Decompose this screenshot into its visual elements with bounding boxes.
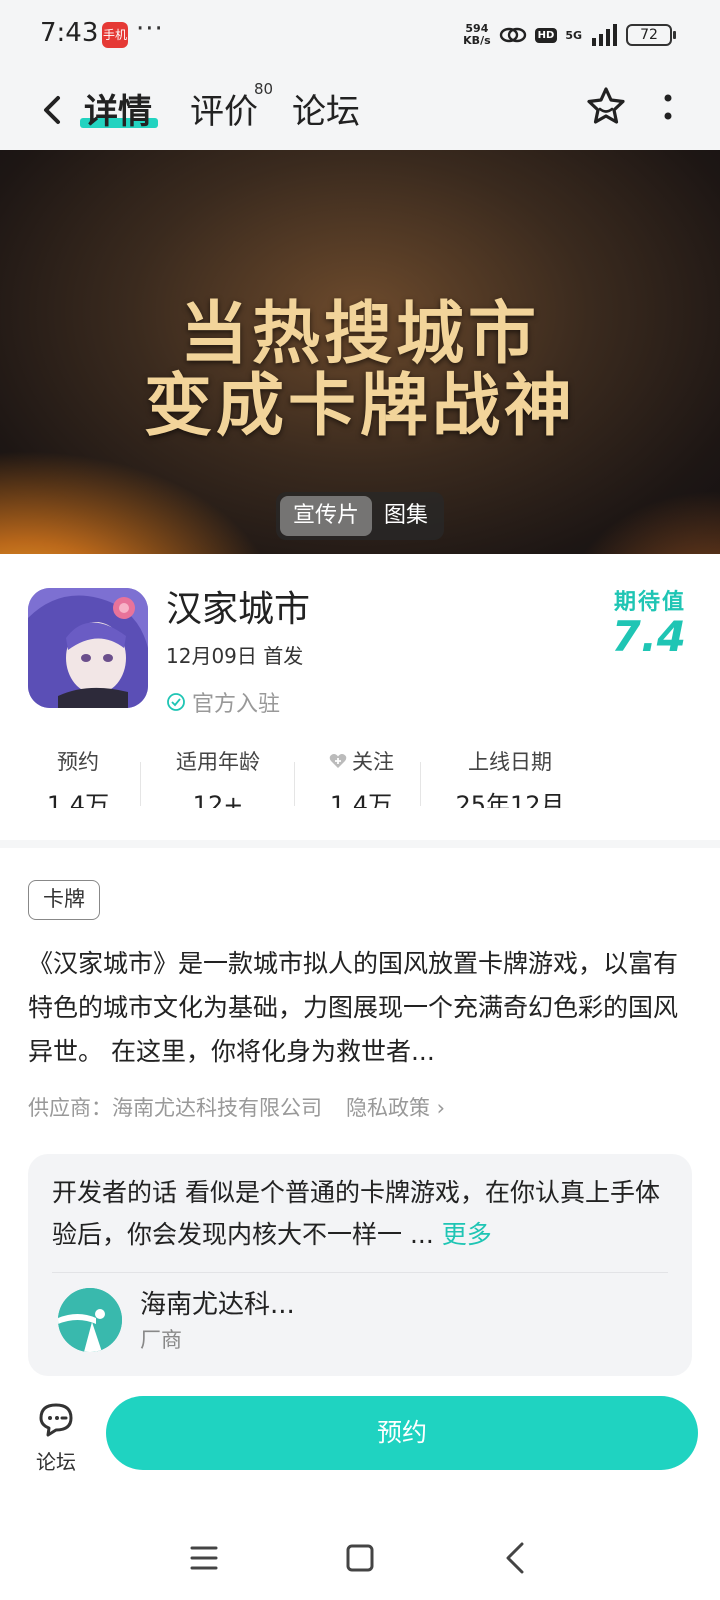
- stat-followers: 关注 1.4万: [306, 746, 416, 808]
- official-badge: 官方入驻: [166, 686, 280, 718]
- heart-plus-icon: [329, 754, 347, 768]
- promo-banner[interactable]: 当热搜城市 变成卡牌战神 宣传片 图集: [0, 150, 720, 554]
- forum-label: 论坛: [36, 1450, 76, 1474]
- verified-check-icon: [167, 693, 185, 711]
- stat-label: 上线日期: [468, 750, 552, 774]
- media-toggle: 宣传片 图集: [276, 492, 444, 540]
- stat-value: 25年12月: [455, 791, 565, 808]
- more-notifications-icon: ···: [136, 14, 164, 44]
- system-nav-bar: [0, 1520, 720, 1600]
- stat-label-row: 关注: [306, 746, 416, 776]
- release-date: 12月09日 首发: [166, 644, 304, 668]
- game-description[interactable]: 《汉家城市》是一款城市拟人的国风放置卡牌游戏，以富有特色的城市文化为基础，力图展…: [28, 942, 692, 1074]
- developer-role: 厂商: [140, 1328, 182, 1352]
- forum-button[interactable]: 论坛: [30, 1400, 82, 1475]
- banner-headline-2: 变成卡牌战神: [143, 366, 576, 446]
- chat-bubble-icon: [39, 1403, 73, 1437]
- app-icon-art: [28, 588, 148, 708]
- signal-label: 5G: [565, 28, 582, 42]
- banner-flame: [0, 450, 280, 554]
- official-label: 官方入驻: [192, 692, 281, 717]
- developer-words[interactable]: 开发者的话 看似是个普通的卡牌游戏，在你认真上手体验后，你会发现内核大不一样一 …: [52, 1172, 672, 1256]
- notification-app-icon: 手机: [102, 22, 128, 48]
- genre-tag[interactable]: 卡牌: [28, 880, 100, 920]
- network-speed-unit: KB/s: [463, 34, 491, 47]
- stat-value: 1.4万: [329, 791, 393, 808]
- stat-label: 适用年龄: [176, 750, 260, 774]
- status-indicators: 594 KB/s HD 5G 72: [463, 20, 676, 50]
- app-name: 汉家城市: [166, 589, 311, 630]
- supplier-row: 供应商：海南尤达科技有限公司 隐私政策 ›: [28, 1092, 445, 1122]
- battery-indicator: 72: [626, 24, 676, 46]
- tab-review[interactable]: 评价: [190, 84, 258, 133]
- stat-label: 关注: [352, 750, 394, 774]
- stat-label: 预约: [57, 750, 99, 774]
- divider: [294, 762, 295, 806]
- back-icon[interactable]: [34, 88, 74, 132]
- more-link[interactable]: 更多: [442, 1220, 492, 1249]
- stat-value: 12+: [192, 791, 244, 808]
- section-separator: [0, 840, 720, 848]
- developer-card: 开发者的话 看似是个普通的卡牌游戏，在你认真上手体验后，你会发现内核大不一样一 …: [28, 1154, 692, 1376]
- divider: [420, 762, 421, 806]
- stat-reservations: 预约 1.4万: [28, 746, 128, 808]
- favorite-star-icon[interactable]: [584, 84, 628, 128]
- status-time: 7:43: [40, 18, 99, 48]
- stats-row: 预约 1.4万 适用年龄 12+ 关注 1.4万 上线日期 25年12月: [0, 746, 720, 818]
- supplier-label: 供应商：海南尤达科技有限公司: [28, 1096, 322, 1120]
- status-bar: 7:43 手机 ··· 594 KB/s HD 5G 72: [0, 0, 720, 70]
- menu-icon[interactable]: [184, 1538, 224, 1578]
- reserve-button[interactable]: 预约: [106, 1396, 698, 1470]
- stat-value: 1.4万: [46, 791, 110, 808]
- link-icon: [499, 27, 526, 43]
- network-speed: 594 KB/s: [463, 23, 490, 47]
- developer-name[interactable]: 海南尤达科...: [140, 1284, 295, 1321]
- divider: [52, 1272, 668, 1273]
- developer-words-text: 开发者的话 看似是个普通的卡牌游戏，在你认真上手体验后，你会发现内核大不一样一 …: [52, 1178, 660, 1249]
- stat-launch-date: 上线日期 25年12月: [438, 746, 582, 808]
- stat-age-rating: 适用年龄 12+: [158, 746, 278, 808]
- expect-score: 7.4: [611, 612, 686, 661]
- review-count-badge: 80: [254, 80, 274, 98]
- tab-forum[interactable]: 论坛: [292, 84, 360, 133]
- app-icon: [28, 588, 148, 708]
- developer-logo-art: [58, 1288, 122, 1352]
- toggle-gallery[interactable]: 图集: [372, 496, 440, 536]
- divider: [140, 762, 141, 806]
- toggle-video[interactable]: 宣传片: [280, 496, 372, 536]
- more-options-icon[interactable]: [650, 88, 686, 128]
- top-nav: 详情 评价 80 论坛: [0, 70, 720, 150]
- privacy-policy-link[interactable]: 隐私政策 ›: [346, 1092, 445, 1122]
- tab-detail[interactable]: 详情: [84, 84, 152, 133]
- hd-badge: HD: [534, 27, 558, 43]
- developer-logo[interactable]: [58, 1288, 122, 1352]
- banner-flame: [560, 490, 720, 554]
- home-icon[interactable]: [340, 1538, 380, 1578]
- signal-icon: [592, 24, 617, 46]
- back-nav-icon[interactable]: [496, 1538, 536, 1578]
